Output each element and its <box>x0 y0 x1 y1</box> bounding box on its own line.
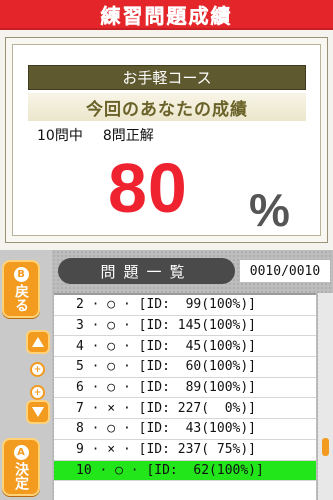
b-button-icon: B <box>13 266 29 282</box>
result-frame: お手軽コース 今回のあなたの成績 10問中 8問正解 80 % <box>5 37 328 243</box>
list-item[interactable]: 8 · ○ · [ID: 43(100%)] <box>54 419 316 440</box>
scroll-up-button[interactable] <box>26 330 50 354</box>
question-count-line: 10問中 8問正解 <box>37 125 174 145</box>
confirm-label: 決定 <box>13 461 29 490</box>
confirm-button[interactable]: A 決定 <box>2 438 40 496</box>
scroll-down-button[interactable] <box>26 400 50 424</box>
list-item[interactable]: 9 · × · [ID: 237( 75%)] <box>54 440 316 461</box>
triangle-down-icon <box>32 407 44 417</box>
list-scrollbar[interactable] <box>318 293 333 500</box>
title-bar: 練習問題成績 <box>0 0 333 30</box>
course-label: お手軽コース <box>28 65 306 90</box>
percent-sign: % <box>249 184 290 236</box>
correct-count: 8問正解 <box>102 128 154 144</box>
triangle-up-icon <box>32 337 44 347</box>
page-title: 練習問題成績 <box>100 3 233 28</box>
plus-icon-lower: + <box>30 385 45 400</box>
total-questions: 10問中 <box>37 128 83 144</box>
scrollbar-thumb[interactable] <box>322 438 329 456</box>
list-item[interactable]: 7 · × · [ID: 227( 0%)] <box>54 398 316 420</box>
list-item[interactable]: 2 · ○ · [ID: 99(100%)] <box>54 295 316 316</box>
question-list: 2 · ○ · [ID: 99(100%)] 3 · ○ · [ID: 145(… <box>54 293 316 500</box>
list-item-selected[interactable]: 10 · ○ · [ID: 62(100%)] <box>54 460 316 482</box>
back-button[interactable]: B 戻る <box>2 260 40 318</box>
result-heading: 今回のあなたの成績 <box>28 93 306 121</box>
list-item[interactable]: 3 · ○ · [ID: 145(100%)] <box>54 316 316 337</box>
result-panel: お手軽コース 今回のあなたの成績 10問中 8問正解 80 % <box>0 30 333 250</box>
list-item[interactable]: 6 · ○ · [ID: 89(100%)] <box>54 378 316 399</box>
question-list-header: 問題一覧 <box>58 258 235 284</box>
page-indicator: 0010/0010 <box>240 260 330 282</box>
list-item[interactable]: 4 · ○ · [ID: 45(100%)] <box>54 336 316 358</box>
question-list-area: B 戻る + + A 決定 問題一覧 0010/0010 2 · ○ · [ID… <box>0 250 333 500</box>
plus-icon: + <box>30 362 45 377</box>
a-button-icon: A <box>13 444 29 460</box>
score-value: 80 <box>108 149 188 227</box>
list-item[interactable]: 5 · ○ · [ID: 60(100%)] <box>54 357 316 378</box>
back-label: 戻る <box>13 283 29 312</box>
